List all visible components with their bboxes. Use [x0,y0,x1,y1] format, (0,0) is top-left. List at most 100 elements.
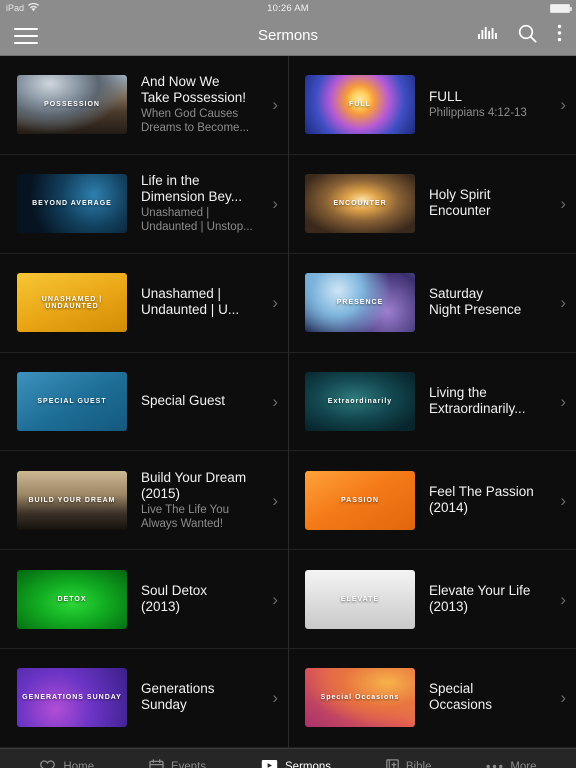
bible-icon [386,759,399,768]
list-item[interactable]: BEYOND AVERAGE Life in the Dimension Bey… [0,155,288,254]
list-item[interactable]: POSSESSION And Now We Take Possession! W… [0,56,288,155]
chevron-right-icon: › [272,293,278,313]
list-item-title: Feel The Passion (2014) [429,483,534,515]
chevron-right-icon: › [560,95,566,115]
chevron-right-icon: › [272,194,278,214]
series-thumbnail: ELEVATE [305,569,415,629]
list-item[interactable]: Special Occasions Special Occasions › [288,649,576,748]
tab-label: Home [63,760,95,768]
list-item-title: FULL [429,89,463,105]
tab-bible[interactable]: Bible [386,759,432,768]
list-item-text: Unashamed | Undaunted | U... [127,286,264,319]
thumbnail-caption: BUILD YOUR DREAM [28,496,116,504]
series-thumbnail: Extraordinarily [305,371,415,431]
overflow-menu-icon[interactable] [557,24,562,47]
column-divider [288,56,289,748]
series-thumbnail: BEYOND AVERAGE [17,174,127,234]
tab-label: Events [170,760,207,768]
tab-home[interactable]: Home [39,759,94,768]
tab-label: More [510,760,537,768]
chevron-right-icon: › [272,391,278,411]
thumbnail-caption: PASSION [341,496,379,504]
thumbnail-caption: BEYOND AVERAGE [32,200,112,208]
list-item-text: Soul Detox (2013) [127,583,264,616]
list-item[interactable]: FULL FULL Philippians 4:12-13 › [288,56,576,155]
list-item-title: Build Your Dream (2015) [141,469,247,501]
list-item[interactable]: PRESENCE Saturday Night Presence › [288,254,576,353]
tab-label: Bible [405,760,432,768]
list-item-text: And Now We Take Possession! When God Cau… [127,74,264,135]
list-item-title: Holy Spirit Encounter [429,187,491,219]
chevron-right-icon: › [560,194,566,214]
list-item-title: Generations Sunday [141,681,215,713]
list-item-text: Holy Spirit Encounter [415,187,552,220]
list-item[interactable]: BUILD YOUR DREAM Build Your Dream (2015)… [0,451,288,551]
list-item[interactable]: SPECIAL GUEST Special Guest › [0,353,288,452]
chevron-right-icon: › [560,688,566,708]
list-item-subtitle: Unashamed | Undaunted | Unstop... [141,207,253,234]
list-item-text: Elevate Your Life (2013) [415,583,552,616]
list-item-title: Saturday Night Presence [429,286,522,318]
chevron-right-icon: › [272,589,278,609]
battery-full-icon [550,3,572,13]
tab-more[interactable]: More [486,760,537,768]
tab-sermons[interactable]: Sermons [261,759,331,768]
tab-label: Sermons [285,760,332,768]
list-column-left: POSSESSION And Now We Take Possession! W… [0,56,288,748]
chevron-right-icon: › [560,490,566,510]
thumbnail-caption: ELEVATE [340,595,380,603]
series-thumbnail: BUILD YOUR DREAM [17,470,127,530]
thumbnail-caption: DETOX [57,595,87,603]
list-item-subtitle: Philippians 4:12-13 [429,107,527,120]
tab-events[interactable]: Events [149,759,206,768]
status-bar-right [550,3,572,13]
thumbnail-caption: Special Occasions [320,694,400,702]
chevron-right-icon: › [272,95,278,115]
list-item-title: Elevate Your Life (2013) [429,582,531,614]
chevron-right-icon: › [560,391,566,411]
sermon-series-list: POSSESSION And Now We Take Possession! W… [0,56,576,748]
list-item-text: Generations Sunday [127,681,264,714]
series-thumbnail: GENERATIONS SUNDAY [17,668,127,728]
chevron-right-icon: › [272,490,278,510]
list-item[interactable]: DETOX Soul Detox (2013) › [0,550,288,650]
chevron-right-icon: › [560,293,566,313]
list-item-title: Unashamed | Undaunted | U... [141,286,240,318]
ellipsis-icon [486,764,503,768]
list-item-text: Build Your Dream (2015) Live The Life Yo… [127,470,264,531]
list-item-title: Special Guest [141,392,226,408]
nav-bar: Sermons [0,16,576,56]
chevron-right-icon: › [272,688,278,708]
list-item-text: Life in the Dimension Bey... Unashamed |… [127,173,264,234]
thumbnail-caption: UNASHAMED | UNDAUNTED [41,295,103,310]
search-icon[interactable] [518,24,537,48]
list-item[interactable]: ENCOUNTER Holy Spirit Encounter › [288,155,576,254]
list-item-text: FULL Philippians 4:12-13 [415,89,552,120]
thumbnail-caption: FULL [349,101,371,109]
list-item[interactable]: ELEVATE Elevate Your Life (2013) › [288,550,576,650]
series-thumbnail: ENCOUNTER [305,174,415,234]
thumbnail-caption: SPECIAL GUEST [37,397,107,405]
list-item[interactable]: GENERATIONS SUNDAY Generations Sunday › [0,649,288,748]
video-icon [261,759,278,768]
list-item[interactable]: Extraordinarily Living the Extraordinari… [288,353,576,452]
list-column-right: FULL FULL Philippians 4:12-13 › ENCOUNTE… [288,56,576,748]
series-thumbnail: SPECIAL GUEST [17,371,127,431]
thumbnail-caption: PRESENCE [336,299,384,307]
hamburger-menu-icon[interactable] [14,27,38,44]
list-item[interactable]: PASSION Feel The Passion (2014) › [288,451,576,551]
audio-equalizer-icon[interactable] [478,25,498,46]
series-thumbnail: UNASHAMED | UNDAUNTED [17,273,127,333]
status-bar-time: 10:26 AM [267,2,309,14]
thumbnail-caption: POSSESSION [44,101,100,109]
series-thumbnail: DETOX [17,569,127,629]
series-thumbnail: PASSION [305,470,415,530]
list-item-title: Soul Detox (2013) [141,582,208,614]
list-item-subtitle: Live The Life You Always Wanted! [141,503,230,530]
series-thumbnail: POSSESSION [17,75,127,135]
list-item[interactable]: UNASHAMED | UNDAUNTED Unashamed | Undaun… [0,254,288,353]
chevron-right-icon: › [560,589,566,609]
nav-actions [478,24,562,48]
list-item-subtitle: When God Causes Dreams to Become... [141,108,250,135]
thumbnail-caption: GENERATIONS SUNDAY [22,694,122,702]
